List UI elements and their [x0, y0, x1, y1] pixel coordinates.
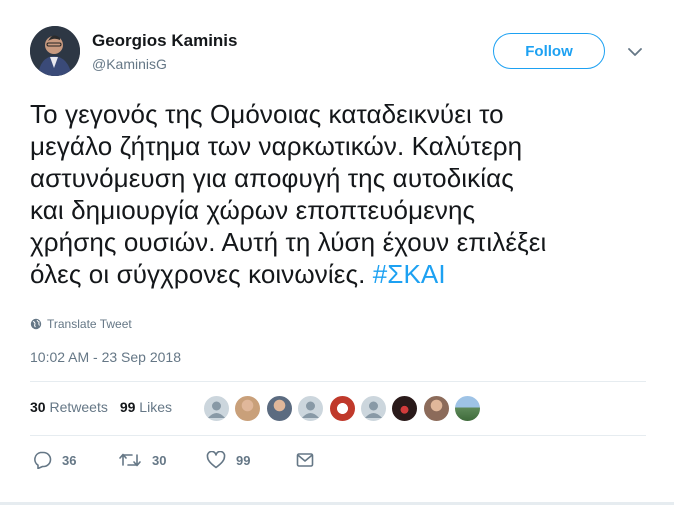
direct-message-button[interactable] — [296, 452, 314, 468]
tweet-text-line: όλες οι σύγχρονες κοινωνίες. — [30, 259, 366, 289]
liker-avatar[interactable] — [359, 395, 387, 422]
liker-avatar[interactable] — [454, 395, 482, 422]
likes-label: Likes — [139, 399, 172, 415]
tweet-text-line: και δημιουργία χώρων εποπτευόμενης — [30, 195, 476, 225]
reply-button[interactable]: 36 — [32, 451, 118, 469]
retweets-stat[interactable]: 30 Retweets — [30, 399, 108, 415]
author-name[interactable]: Georgios Kaminis — [92, 31, 237, 51]
retweets-count: 30 — [30, 399, 46, 415]
liker-avatar[interactable] — [328, 395, 356, 422]
globe-icon — [30, 318, 42, 330]
tweet-actions: 36 30 99 — [32, 451, 314, 469]
reply-count: 36 — [62, 452, 77, 468]
default-avatar-icon — [302, 401, 320, 418]
likes-stat[interactable]: 99 Likes — [120, 399, 172, 415]
tweet-text-line: αστυνόμευση για αποφυγή της αυτοδικίας — [30, 163, 514, 193]
default-avatar-icon — [364, 401, 382, 418]
divider — [30, 381, 646, 382]
likes-count: 99 — [119, 399, 136, 415]
liker-avatars — [203, 395, 486, 422]
liker-avatar[interactable] — [203, 395, 230, 422]
tweet-text: Το γεγονός της Ομόνοιας καταδεικνύει το … — [30, 98, 655, 290]
chevron-down-icon[interactable] — [625, 42, 645, 62]
tweet-text-last-line: όλες οι σύγχρονες κοινωνίες. #ΣΚΑΙ — [30, 258, 655, 290]
tweet-timestamp[interactable]: 10:02 AM - 23 Sep 2018 — [30, 349, 181, 365]
follow-button[interactable]: Follow — [493, 33, 605, 69]
reply-icon — [34, 451, 52, 469]
tweet-stats: 30 Retweets 99 Likes — [30, 399, 172, 415]
retweet-count: 30 — [152, 452, 167, 468]
tweet-text-line: μεγάλο ζήτημα των ναρκωτικών. Καλύτερη — [30, 131, 523, 161]
hashtag-link[interactable]: #ΣΚΑΙ — [373, 259, 446, 289]
liker-avatar[interactable] — [391, 395, 419, 422]
retweet-button[interactable]: 30 — [118, 451, 206, 469]
liker-avatar[interactable] — [265, 395, 293, 422]
liker-avatar[interactable] — [297, 395, 325, 422]
retweets-label: Retweets — [49, 399, 108, 415]
retweet-icon — [119, 453, 141, 467]
author-handle[interactable]: @KaminisG — [92, 55, 167, 73]
tweet-card: Georgios Kaminis @KaminisG Follow Το γεγ… — [0, 0, 674, 505]
envelope-icon — [296, 453, 314, 467]
tweet-text-line: Το γεγονός της Ομόνοιας καταδεικνύει το — [30, 99, 504, 129]
liker-avatar[interactable] — [422, 395, 450, 422]
author-avatar[interactable] — [30, 26, 80, 76]
divider — [30, 435, 646, 436]
like-button[interactable]: 99 — [206, 451, 296, 469]
translate-tweet-label: Translate Tweet — [47, 317, 132, 331]
tweet-text-line: χρήσης ουσιών. Αυτή τη λύση έχουν επιλέξ… — [30, 227, 547, 257]
translate-tweet-link[interactable]: Translate Tweet — [30, 317, 132, 331]
like-count: 99 — [236, 452, 251, 468]
liker-avatar[interactable] — [234, 395, 262, 422]
heart-icon — [206, 451, 226, 469]
default-avatar-icon — [208, 401, 225, 418]
